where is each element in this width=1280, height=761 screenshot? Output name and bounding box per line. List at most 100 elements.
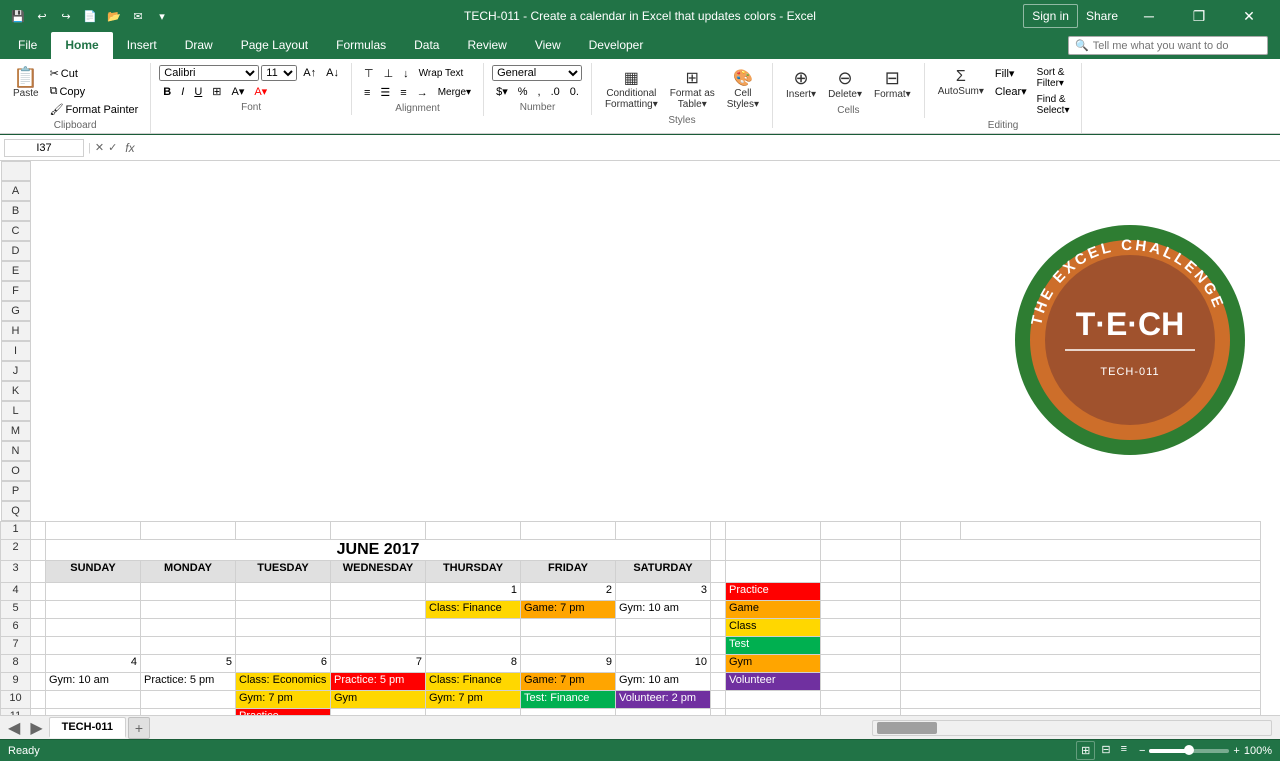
cell-B9-event[interactable]: Gym: 10 am xyxy=(46,673,141,691)
cell-D6[interactable] xyxy=(236,619,331,637)
cell-F4-date[interactable]: 1 xyxy=(426,583,521,601)
indent-button[interactable]: → xyxy=(413,84,432,101)
legend-volunteer[interactable]: Volunteer xyxy=(726,673,821,691)
number-format-select[interactable]: General xyxy=(492,65,582,81)
scroll-right-sheets-button[interactable]: ▶ xyxy=(26,716,46,740)
cell-F6[interactable] xyxy=(426,619,521,637)
cell-L1[interactable] xyxy=(901,522,961,540)
legend-gym[interactable]: Gym xyxy=(726,655,821,673)
decrease-font-button[interactable]: A↓ xyxy=(322,65,343,81)
percent-button[interactable]: % xyxy=(514,83,532,100)
fill-button[interactable]: Fill▾ xyxy=(991,65,1031,82)
minimize-button[interactable]: ─ xyxy=(1126,0,1172,32)
row-num-1[interactable]: 1 xyxy=(1,522,31,540)
paste-button[interactable]: 📋 Paste xyxy=(8,65,44,102)
header-thursday[interactable]: THURSDAY xyxy=(426,561,521,583)
col-header-A[interactable]: A xyxy=(1,181,31,201)
tab-formulas[interactable]: Formulas xyxy=(322,32,400,59)
col-header-P[interactable]: P xyxy=(1,481,31,501)
cell-styles-button[interactable]: 🎨 Cell Styles▾ xyxy=(722,65,764,113)
header-sunday[interactable]: SUNDAY xyxy=(46,561,141,583)
sheet-tab-tech011[interactable]: TECH-011 xyxy=(49,717,126,738)
col-header-L[interactable]: L xyxy=(1,401,31,421)
col-header-F[interactable]: F xyxy=(1,281,31,301)
cell-G9-event[interactable]: Game: 7 pm xyxy=(521,673,616,691)
cell-I9[interactable] xyxy=(711,673,726,691)
cell-E8-date[interactable]: 7 xyxy=(331,655,426,673)
fill-color-button[interactable]: A▾ xyxy=(227,83,248,100)
cut-button[interactable]: ✂ Cut xyxy=(46,65,143,82)
zoom-slider[interactable] xyxy=(1149,749,1229,753)
search-input[interactable] xyxy=(1093,40,1253,52)
currency-button[interactable]: $▾ xyxy=(492,83,512,100)
format-button[interactable]: ⊟ Format▾ xyxy=(869,65,916,103)
col-header-I[interactable]: I xyxy=(1,341,31,361)
align-center-button[interactable]: ☰ xyxy=(376,84,394,101)
tab-page-layout[interactable]: Page Layout xyxy=(227,32,322,59)
scrollbar-thumb[interactable] xyxy=(877,722,937,734)
sign-in-button[interactable]: Sign in xyxy=(1023,4,1078,28)
cell-A2[interactable] xyxy=(31,540,46,561)
cell-I10[interactable] xyxy=(711,691,726,709)
row-num-6[interactable]: 6 xyxy=(1,619,31,637)
cell-A9[interactable] xyxy=(31,673,46,691)
format-as-table-button[interactable]: ⊞ Format as Table▾ xyxy=(665,65,720,113)
zoom-slider-thumb[interactable] xyxy=(1184,745,1194,755)
legend-test[interactable]: Test xyxy=(726,637,821,655)
col-header-M[interactable]: M xyxy=(1,421,31,441)
cell-E5[interactable] xyxy=(331,601,426,619)
find-select-button[interactable]: Find &Select▾ xyxy=(1033,92,1074,118)
cell-J2[interactable] xyxy=(726,540,821,561)
cell-G5-event[interactable]: Game: 7 pm xyxy=(521,601,616,619)
cell-K5[interactable] xyxy=(821,601,901,619)
cell-B11[interactable] xyxy=(46,709,141,716)
cell-A3[interactable] xyxy=(31,561,46,583)
cell-K9[interactable] xyxy=(821,673,901,691)
increase-font-button[interactable]: A↑ xyxy=(299,65,320,81)
cell-I6[interactable] xyxy=(711,619,726,637)
cell-D5[interactable] xyxy=(236,601,331,619)
page-layout-view-button[interactable]: ⊟ xyxy=(1097,741,1114,760)
save-icon[interactable]: 💾 xyxy=(8,6,28,26)
cell-H10-event[interactable]: Volunteer: 2 pm xyxy=(616,691,711,709)
insert-button[interactable]: ⊕ Insert▾ xyxy=(781,65,821,103)
more-qat-icon[interactable]: ▾ xyxy=(152,6,172,26)
cell-E7[interactable] xyxy=(331,637,426,655)
cell-L7[interactable] xyxy=(901,637,1261,655)
cell-D1[interactable] xyxy=(236,522,331,540)
cell-G4-date[interactable]: 2 xyxy=(521,583,616,601)
cell-L9[interactable] xyxy=(901,673,1261,691)
cell-B1[interactable] xyxy=(46,522,141,540)
cell-L3[interactable] xyxy=(901,561,1261,583)
formula-input[interactable] xyxy=(143,142,1276,154)
cell-I2[interactable] xyxy=(711,540,726,561)
wrap-text-button[interactable]: Wrap Text xyxy=(415,65,468,82)
cell-H8-date[interactable]: 10 xyxy=(616,655,711,673)
cell-M1[interactable] xyxy=(961,522,1261,540)
header-tuesday[interactable]: TUESDAY xyxy=(236,561,331,583)
cell-I4[interactable] xyxy=(711,583,726,601)
cell-C5[interactable] xyxy=(141,601,236,619)
cell-G8-date[interactable]: 9 xyxy=(521,655,616,673)
cell-D7[interactable] xyxy=(236,637,331,655)
tab-insert[interactable]: Insert xyxy=(113,32,171,59)
row-num-4[interactable]: 4 xyxy=(1,583,31,601)
page-break-view-button[interactable]: ≡ xyxy=(1117,741,1131,760)
col-header-K[interactable]: K xyxy=(1,381,31,401)
tab-data[interactable]: Data xyxy=(400,32,453,59)
cell-G6[interactable] xyxy=(521,619,616,637)
normal-view-button[interactable]: ⊞ xyxy=(1076,741,1095,760)
restore-button[interactable]: ❐ xyxy=(1176,0,1222,32)
open-icon[interactable]: 📂 xyxy=(104,6,124,26)
italic-button[interactable]: I xyxy=(177,84,188,100)
zoom-out-button[interactable]: − xyxy=(1139,745,1145,757)
confirm-formula-icon[interactable]: ✓ xyxy=(108,141,117,154)
cell-B8-date[interactable]: 4 xyxy=(46,655,141,673)
col-header-E[interactable]: E xyxy=(1,261,31,281)
cell-A7[interactable] xyxy=(31,637,46,655)
row-num-8[interactable]: 8 xyxy=(1,655,31,673)
cell-H5-event[interactable]: Gym: 10 am xyxy=(616,601,711,619)
cell-D10-event[interactable]: Gym: 7 pm xyxy=(236,691,331,709)
cell-H7[interactable] xyxy=(616,637,711,655)
cell-A10[interactable] xyxy=(31,691,46,709)
